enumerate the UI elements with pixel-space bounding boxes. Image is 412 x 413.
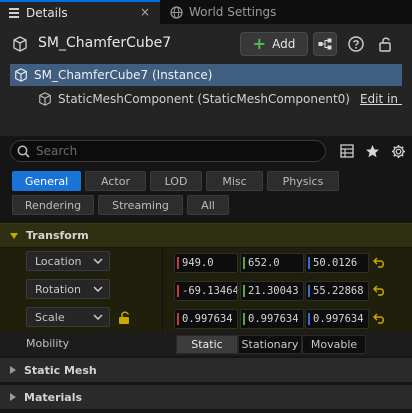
section-static-mesh[interactable]: Static Mesh bbox=[0, 358, 412, 382]
scale-z-field[interactable]: 0.997634 bbox=[305, 309, 369, 329]
location-dropdown[interactable]: Location bbox=[26, 251, 110, 271]
property-matrix-button[interactable] bbox=[337, 141, 357, 161]
static-mesh-icon bbox=[14, 68, 28, 82]
tab-details-label: Details bbox=[26, 6, 68, 20]
location-row: Location 949.0 652.0 50.0126 bbox=[0, 248, 412, 276]
unlock-icon bbox=[379, 36, 393, 52]
star-icon bbox=[365, 144, 380, 159]
section-static-mesh-label: Static Mesh bbox=[24, 363, 97, 377]
section-materials-label: Materials bbox=[24, 390, 83, 404]
transform-properties: Location 949.0 652.0 50.0126 Rotation -6… bbox=[0, 248, 412, 332]
add-component-button[interactable]: + Add bbox=[240, 32, 308, 56]
rotation-y-field[interactable]: 21.30043 bbox=[240, 281, 304, 301]
tab-world-settings[interactable]: World Settings bbox=[162, 0, 292, 24]
filter-streaming[interactable]: Streaming bbox=[98, 195, 183, 215]
section-transform[interactable]: Transform bbox=[0, 223, 412, 247]
rotation-row: Rotation -69.13464 21.30043 55.22868 bbox=[0, 276, 412, 304]
rotation-x-field[interactable]: -69.13464 bbox=[174, 281, 238, 301]
filter-general-label: General bbox=[24, 174, 69, 188]
table-icon bbox=[340, 144, 354, 158]
filter-physics-label: Physics bbox=[282, 174, 324, 188]
filter-lod-label: LOD bbox=[164, 174, 188, 188]
section-transform-label: Transform bbox=[26, 229, 89, 242]
tree-item-component-label: StaticMeshComponent (StaticMeshComponent… bbox=[58, 92, 350, 106]
details-header: SM_ChamferCube7 + Add SM_ChamferCube7 (I… bbox=[0, 24, 412, 136]
favorites-button[interactable] bbox=[362, 141, 382, 161]
tab-details[interactable]: Details × bbox=[0, 0, 160, 24]
location-x-field[interactable]: 949.0 bbox=[174, 253, 238, 273]
filter-all[interactable]: All bbox=[187, 195, 229, 215]
location-z-field[interactable]: 50.0126 bbox=[305, 253, 369, 273]
mobility-movable-option[interactable]: Movable bbox=[302, 335, 366, 354]
component-tree: SM_ChamferCube7 (Instance) StaticMeshCom… bbox=[10, 64, 402, 112]
filter-lod[interactable]: LOD bbox=[150, 171, 202, 191]
details-tab-icon bbox=[8, 7, 20, 19]
expand-arrow-icon bbox=[10, 393, 16, 401]
filter-rendering[interactable]: Rendering bbox=[12, 195, 94, 215]
chevron-down-icon bbox=[93, 314, 103, 320]
hierarchy-icon bbox=[318, 38, 332, 50]
filter-general[interactable]: General bbox=[12, 171, 81, 191]
globe-icon bbox=[170, 5, 183, 19]
section-materials[interactable]: Materials bbox=[0, 385, 412, 409]
filter-all-label: All bbox=[201, 198, 215, 212]
rotation-label: Rotation bbox=[35, 282, 82, 296]
reset-location-icon[interactable] bbox=[372, 255, 386, 269]
search-icon bbox=[17, 145, 30, 158]
filter-actor-label: Actor bbox=[101, 174, 130, 188]
column-divider bbox=[162, 276, 163, 304]
mobility-label: Mobility bbox=[26, 337, 70, 350]
reset-rotation-icon[interactable] bbox=[372, 283, 386, 297]
filter-physics[interactable]: Physics bbox=[267, 171, 339, 191]
location-y-field[interactable]: 652.0 bbox=[240, 253, 304, 273]
search-box[interactable] bbox=[10, 140, 326, 162]
tree-item-component[interactable]: StaticMeshComponent (StaticMeshComponent… bbox=[10, 88, 402, 110]
help-button[interactable] bbox=[347, 35, 365, 53]
scale-y-field[interactable]: 0.997634 bbox=[240, 309, 304, 329]
chevron-down-icon bbox=[93, 258, 103, 264]
scale-row: Scale 0.997634 0.997634 0.997634 bbox=[0, 304, 412, 332]
scale-lock-icon[interactable] bbox=[118, 310, 132, 328]
settings-button[interactable] bbox=[388, 141, 408, 161]
plus-icon: + bbox=[252, 34, 267, 53]
actor-name: SM_ChamferCube7 bbox=[38, 35, 172, 51]
filter-rendering-label: Rendering bbox=[24, 198, 82, 212]
lock-selection-button[interactable] bbox=[376, 34, 396, 54]
tab-bar: Details × World Settings bbox=[0, 0, 412, 24]
filter-actor[interactable]: Actor bbox=[85, 171, 146, 191]
scale-x-field[interactable]: 0.997634 bbox=[174, 309, 238, 329]
scale-label: Scale bbox=[35, 310, 65, 324]
gear-icon bbox=[391, 144, 406, 159]
location-label: Location bbox=[35, 254, 82, 268]
column-divider bbox=[162, 304, 163, 332]
rotation-dropdown[interactable]: Rotation bbox=[26, 279, 110, 299]
static-mesh-actor-icon bbox=[12, 36, 28, 55]
collapse-arrow-icon bbox=[10, 232, 18, 239]
tab-world-settings-label: World Settings bbox=[189, 5, 277, 19]
mobility-stationary-option[interactable]: Stationary bbox=[238, 335, 302, 354]
filter-misc[interactable]: Misc bbox=[206, 171, 263, 191]
chevron-down-icon bbox=[93, 286, 103, 292]
tree-item-instance-label: SM_ChamferCube7 (Instance) bbox=[34, 68, 213, 82]
column-divider bbox=[162, 248, 163, 276]
filter-misc-label: Misc bbox=[222, 174, 247, 188]
search-input[interactable] bbox=[36, 144, 306, 158]
static-mesh-component-icon bbox=[38, 92, 52, 106]
tree-item-instance[interactable]: SM_ChamferCube7 (Instance) bbox=[10, 64, 402, 86]
filter-streaming-label: Streaming bbox=[112, 198, 169, 212]
help-icon bbox=[348, 36, 364, 52]
add-button-label: Add bbox=[272, 37, 296, 51]
edit-in-cpp-link[interactable]: Edit in C+ bbox=[360, 92, 402, 106]
expand-arrow-icon bbox=[10, 366, 16, 374]
mobility-static-option[interactable]: Static bbox=[176, 335, 238, 354]
blueprint-button[interactable] bbox=[313, 32, 337, 56]
category-filters: General Actor LOD Misc Physics Rendering… bbox=[0, 168, 412, 220]
scale-dropdown[interactable]: Scale bbox=[26, 307, 110, 327]
mobility-row: Mobility Static Stationary Movable bbox=[0, 332, 412, 356]
reset-scale-icon[interactable] bbox=[372, 311, 386, 325]
rotation-z-field[interactable]: 55.22868 bbox=[305, 281, 369, 301]
close-icon[interactable]: × bbox=[140, 5, 150, 19]
